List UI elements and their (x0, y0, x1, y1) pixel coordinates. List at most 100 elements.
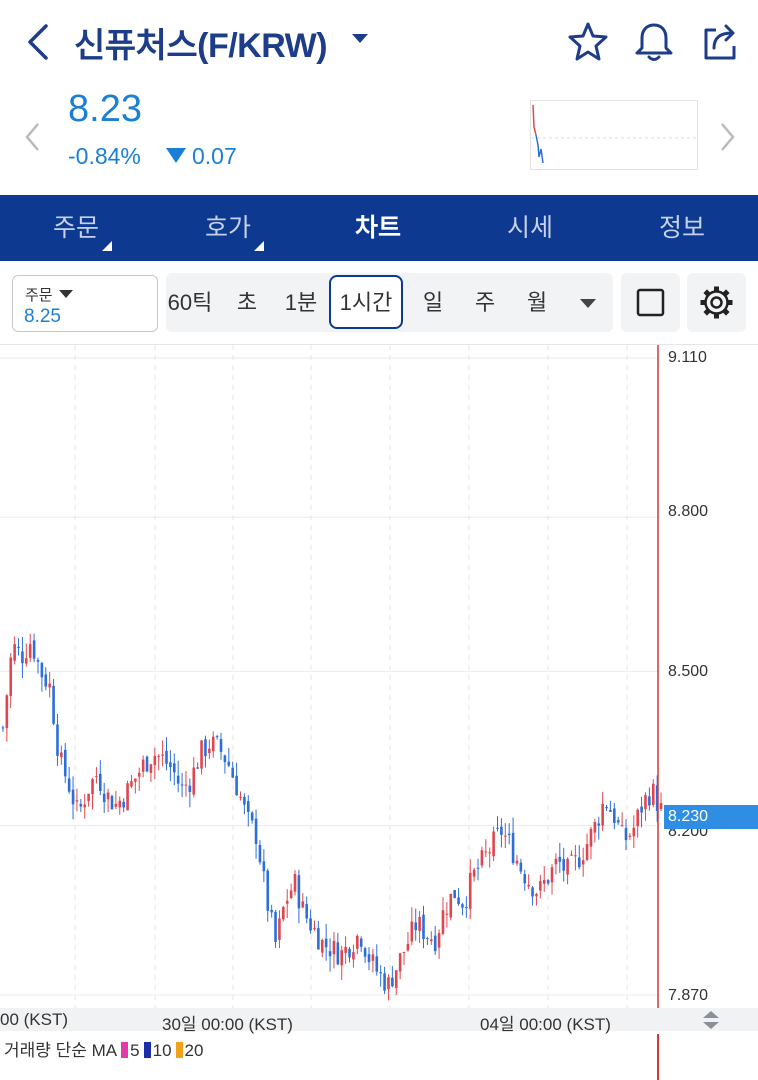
timeframe-1min[interactable]: 1분 (278, 273, 324, 332)
page-title[interactable]: 신퓨처스(F/KRW) (74, 18, 328, 67)
candle-body (211, 736, 215, 752)
candle-body (620, 825, 624, 827)
candle-body (246, 801, 250, 812)
candle-body (87, 793, 90, 802)
star-icon[interactable] (566, 20, 610, 64)
timeframe-second[interactable]: 초 (228, 273, 266, 332)
candle-body (48, 683, 51, 688)
share-icon[interactable] (698, 20, 742, 64)
candle-body (243, 796, 246, 805)
timeframe-week[interactable]: 주 (466, 273, 504, 332)
candle-body (624, 828, 628, 841)
y-tick-label: 9.110 (668, 349, 707, 366)
x-tick-label: 30일 00:00 (KST) (162, 1015, 293, 1034)
candle-body (289, 890, 293, 899)
candle-body (239, 796, 242, 798)
tab-order-submenu-icon (102, 241, 112, 251)
next-asset-arrow-icon[interactable] (716, 120, 738, 154)
candle-body (79, 803, 83, 807)
mini-chart-graphic (531, 104, 699, 164)
candle-body (379, 972, 382, 974)
candle-body (542, 880, 546, 884)
candle-body (40, 662, 44, 678)
candle-body (17, 646, 20, 649)
candle-body (441, 910, 445, 934)
timeframe-60tick[interactable]: 60틱 (166, 273, 216, 332)
candle-body (317, 928, 320, 950)
candle-body (492, 831, 495, 857)
candle-body (605, 806, 608, 809)
candle-body (394, 970, 398, 988)
tab-info-label: 정보 (658, 214, 705, 242)
candle-body (640, 806, 643, 813)
candle-body (496, 827, 499, 829)
resize-arrows-icon[interactable] (700, 1010, 722, 1030)
candle-body (274, 911, 277, 942)
candle-body (320, 940, 324, 953)
candle-body (336, 942, 340, 965)
candle-body (1, 727, 5, 729)
candle-body (356, 935, 359, 949)
tab-info[interactable]: 정보 (630, 195, 734, 261)
current-price: 8.23 (68, 88, 142, 130)
candle-body (5, 695, 9, 729)
timeframe-selector: 60틱 초 1분 1시간 일 주 월 (166, 273, 613, 332)
candle-body (118, 800, 122, 808)
candle-body (597, 823, 601, 826)
candle-body (266, 870, 270, 911)
chevron-left-icon[interactable] (22, 22, 58, 62)
candle-body (406, 943, 410, 951)
candle-body (484, 851, 488, 853)
candle-body (258, 845, 262, 863)
candle-body (126, 783, 129, 811)
candle-body (418, 916, 421, 931)
candle-body (134, 778, 137, 782)
candle-body (215, 736, 219, 738)
candle-body (332, 940, 336, 955)
mini-chart[interactable] (530, 100, 699, 170)
x-tick-label: 00 (KST) (0, 1010, 69, 1029)
tab-orderbook[interactable]: 호가 (176, 195, 280, 261)
candle-body (577, 857, 581, 868)
candle-body (457, 897, 460, 905)
candle-body (574, 855, 577, 857)
candle-body (200, 740, 203, 769)
candle-body (414, 922, 418, 931)
x-axis-bar[interactable]: 00 (KST) 30일 00:00 (KST) 04일 00:00 (KST) (0, 1008, 758, 1034)
candle-body (659, 803, 663, 809)
candle-body (632, 827, 636, 837)
chart-settings-button[interactable] (687, 273, 746, 332)
candle-body (223, 755, 227, 763)
candle-body (387, 977, 390, 990)
candle-body (176, 775, 180, 784)
candle-body (141, 759, 145, 772)
candle-body (449, 893, 453, 918)
tab-order[interactable]: 주문 (24, 195, 128, 261)
y-tick-label: 8.500 (668, 663, 709, 680)
candle-body (539, 881, 542, 891)
candle-body (282, 906, 285, 920)
ma5-swatch (121, 1042, 129, 1058)
prev-asset-arrow-icon[interactable] (22, 120, 44, 154)
candle-body (433, 935, 437, 952)
change-amount-value: 0.07 (192, 143, 237, 169)
candle-body (558, 856, 562, 862)
candle-body (585, 844, 589, 860)
timeframe-day[interactable]: 일 (414, 273, 452, 332)
candlestick-chart[interactable] (0, 345, 758, 1010)
candle-body (515, 860, 519, 864)
timeframe-1hour[interactable]: 1시간 (331, 273, 401, 332)
title-dropdown-caret-icon[interactable] (352, 34, 368, 43)
candle-body (644, 795, 647, 810)
candle-body (550, 867, 554, 883)
tab-quotes[interactable]: 시세 (478, 195, 582, 261)
drawing-tool-button[interactable] (621, 273, 680, 332)
timeframe-month[interactable]: 월 (518, 273, 556, 332)
current-price-tag: 8.230 (664, 805, 758, 829)
candle-body (36, 659, 40, 662)
bell-icon[interactable] (632, 20, 676, 64)
order-price-box[interactable]: 주문 8.25 (12, 275, 158, 332)
candle-body (102, 793, 106, 803)
timeframe-more-icon[interactable] (580, 299, 596, 308)
tab-chart[interactable]: 차트 (326, 195, 430, 261)
